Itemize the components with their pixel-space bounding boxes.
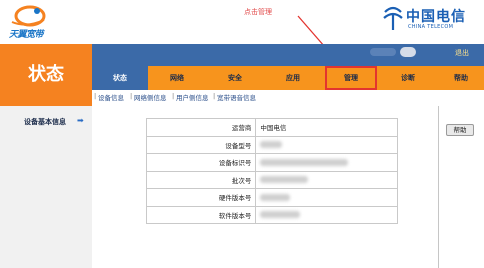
subnav-network-side-info[interactable]: 网络侧信息: [134, 92, 167, 102]
row-label: 批次号: [145, 170, 257, 189]
redacted-value: [260, 193, 291, 201]
tianyi-swoosh-icon: [11, 5, 46, 27]
row-value-redacted: [255, 205, 398, 224]
china-telecom-logo: 中国电信 CHINA TELECOM: [380, 6, 480, 36]
tab-status[interactable]: 状态: [92, 66, 148, 90]
tianyi-logo: 天翼宽带: [6, 2, 66, 42]
table-row: 运营商 中国电信: [145, 118, 398, 137]
subnav-separator: |: [130, 92, 133, 100]
brand-right-en: CHINA TELECOM: [408, 24, 454, 30]
redacted-value: [260, 176, 309, 184]
china-telecom-mark-icon: [383, 6, 403, 30]
tab-network[interactable]: 网络: [148, 66, 206, 90]
table-row: 批次号: [145, 170, 398, 189]
help-button[interactable]: 帮助: [446, 124, 474, 136]
row-value-redacted: [255, 135, 398, 154]
subnav-separator: |: [172, 92, 175, 100]
redacted-value: [260, 141, 283, 149]
toggle-pill[interactable]: [370, 48, 396, 56]
row-value-redacted: [255, 153, 398, 172]
subnav-separator: |: [94, 92, 97, 100]
brand-right-cn: 中国电信: [406, 9, 466, 25]
logout-link[interactable]: 退出: [455, 48, 469, 58]
subnav-separator: |: [213, 92, 216, 100]
table-row: 设备标识号: [145, 153, 398, 172]
header: 天翼宽带 点击管理 中国电信 CHINA TELECOM: [0, 0, 484, 67]
row-label: 设备标识号: [145, 153, 257, 172]
right-divider: [438, 106, 439, 268]
tab-security[interactable]: 安全: [206, 66, 264, 90]
tab-application[interactable]: 应用: [264, 66, 322, 90]
page-title: 状态: [28, 64, 64, 85]
row-value-redacted: [255, 170, 398, 189]
row-value-redacted: [255, 188, 398, 207]
table-row: 设备型号: [145, 135, 398, 154]
tab-diagnosis[interactable]: 诊断: [380, 66, 436, 90]
row-label: 软件版本号: [145, 205, 257, 224]
tab-help[interactable]: 帮助: [438, 66, 484, 90]
tab-management[interactable]: 管理: [325, 66, 377, 90]
sidebar-label: 设备基本信息: [24, 118, 66, 126]
row-label: 运营商: [145, 118, 257, 137]
arrow-right-icon: ➡: [77, 116, 84, 125]
table-row: 硬件版本号: [145, 188, 398, 207]
device-info-table: 运营商 中国电信 设备型号 设备标识号 批次号 硬件版本号 软件版本号: [145, 118, 398, 224]
redacted-value: [260, 158, 349, 166]
subnav-voice-info[interactable]: 宽带语音信息: [217, 92, 256, 102]
brand-left-text: 天翼宽带: [9, 30, 44, 40]
toggle-knob[interactable]: [400, 47, 416, 57]
row-label: 设备型号: [145, 135, 257, 154]
annotation-text: 点击管理: [244, 8, 272, 16]
redacted-value: [260, 211, 301, 219]
left-sidebar: [0, 106, 92, 268]
table-row: 软件版本号: [145, 205, 398, 224]
row-label: 硬件版本号: [145, 188, 257, 207]
subnav-device-info[interactable]: 设备信息: [98, 92, 124, 102]
row-value: 中国电信: [255, 118, 398, 137]
subnav-user-side-info[interactable]: 用户侧信息: [176, 92, 209, 102]
